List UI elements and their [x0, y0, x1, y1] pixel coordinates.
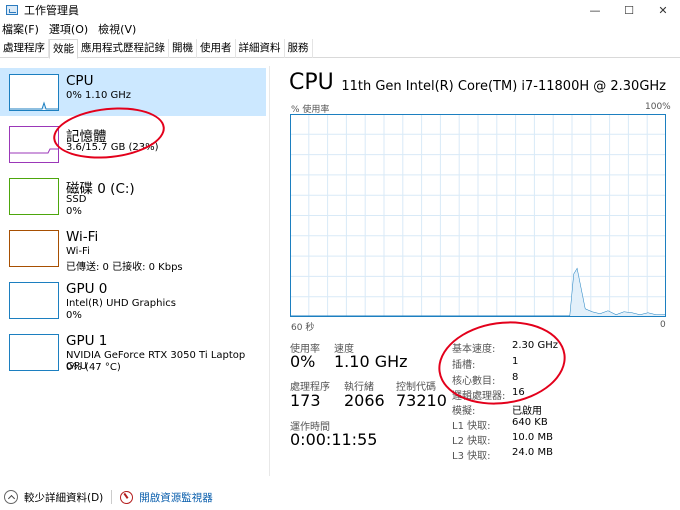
graph-x-right-label: 0 — [660, 320, 666, 330]
spec-label-l2: L2 快取: — [452, 436, 491, 447]
tab-app-history[interactable]: 應用程式歷程記錄 — [78, 39, 169, 58]
resource-sub: 3.6/15.7 GB (23%) — [66, 142, 159, 153]
gpu1-thumbnail — [9, 334, 59, 371]
menu-file[interactable]: 檔案(F) — [2, 21, 39, 37]
menu-view[interactable]: 檢視(V) — [98, 21, 136, 37]
cpu-usage-graph — [290, 114, 666, 317]
resource-item-wifi[interactable]: Wi-Fi Wi-Fi 已傳送: 0 已接收: 0 Kbps — [0, 224, 266, 273]
chevron-up-icon[interactable] — [4, 490, 18, 504]
resource-sub: Intel(R) UHD Graphics — [66, 298, 176, 309]
disk-thumbnail — [9, 178, 59, 215]
handles-value: 73210 — [396, 391, 447, 410]
wifi-thumbnail — [9, 230, 59, 267]
spec-value-sockets: 1 — [512, 356, 519, 367]
graph-y-max: 100% — [645, 102, 671, 112]
processes-value: 173 — [290, 391, 321, 410]
tab-services[interactable]: 服務 — [285, 39, 313, 58]
spec-label-sockets: 插槽: — [452, 360, 476, 371]
spec-label-cores: 核心數目: — [452, 376, 496, 387]
uptime-value: 0:00:11:55 — [290, 430, 378, 449]
spec-value-l1: 640 KB — [512, 417, 548, 428]
spec-value-l3: 24.0 MB — [512, 447, 553, 458]
tab-startup[interactable]: 開機 — [169, 39, 197, 58]
spec-value-base-speed: 2.30 GHz — [512, 340, 558, 351]
resource-name: GPU 0 — [66, 281, 108, 297]
spec-label-l3: L3 快取: — [452, 451, 491, 462]
resource-sub: 0% 1.10 GHz — [66, 90, 132, 101]
task-manager-icon — [6, 5, 18, 15]
graph-x-left-label: 60 秒 — [291, 323, 315, 333]
tab-performance[interactable]: 效能 — [49, 39, 78, 59]
resource-sub: SSD — [66, 194, 87, 205]
resource-monitor-link[interactable]: 開啟資源監視器 — [139, 490, 213, 505]
fewer-details-button[interactable]: 較少詳細資料(D) — [24, 490, 103, 505]
window-controls: — ☐ ✕ — [578, 0, 680, 20]
resource-list: CPU 0% 1.10 GHz 記憶體 3.6/15.7 GB (23%) 磁碟… — [0, 66, 266, 476]
resource-item-gpu1[interactable]: GPU 1 NVIDIA GeForce RTX 3050 Ti Laptop … — [0, 328, 266, 376]
speed-value: 1.10 GHz — [334, 352, 408, 371]
spec-label-base-speed: 基本速度: — [452, 344, 496, 355]
resource-item-cpu[interactable]: CPU 0% 1.10 GHz — [0, 68, 266, 116]
minimize-button[interactable]: — — [578, 0, 612, 20]
detail-title: CPU — [289, 70, 334, 95]
spec-label-virtualization: 模擬: — [452, 406, 476, 417]
spec-value-cores: 8 — [512, 372, 519, 383]
tab-details[interactable]: 詳細資料 — [236, 39, 285, 58]
tab-processes[interactable]: 處理程序 — [0, 39, 49, 58]
resource-item-gpu0[interactable]: GPU 0 Intel(R) UHD Graphics 0% — [0, 276, 266, 324]
menu-options[interactable]: 選項(O) — [49, 21, 88, 37]
resource-item-memory[interactable]: 記憶體 3.6/15.7 GB (23%) — [0, 120, 266, 168]
panel-divider[interactable] — [269, 66, 270, 476]
spec-value-l2: 10.0 MB — [512, 432, 553, 443]
resource-sub: 0% — [66, 206, 82, 217]
resource-name: CPU — [66, 73, 94, 89]
spec-value-logical: 16 — [512, 387, 525, 398]
memory-thumbnail — [9, 126, 59, 163]
tab-bar: 處理程序 效能 應用程式歷程記錄 開機 使用者 詳細資料 服務 — [0, 39, 680, 59]
spec-label-logical: 邏輯處理器: — [452, 391, 506, 402]
resource-monitor-icon[interactable] — [120, 490, 134, 504]
usage-value: 0% — [290, 352, 316, 371]
footer-bar: 較少詳細資料(D) 開啟資源監視器 — [0, 484, 680, 510]
resource-name: GPU 1 — [66, 333, 108, 349]
graph-grid — [290, 114, 666, 317]
cpu-model: 11th Gen Intel(R) Core(TM) i7-11800H @ 2… — [341, 79, 666, 94]
resource-item-disk[interactable]: 磁碟 0 (C:) SSD 0% — [0, 172, 266, 220]
menu-bar: 檔案(F) 選項(O) 檢視(V) — [0, 20, 146, 38]
resource-name: Wi-Fi — [66, 229, 99, 245]
footer-separator — [111, 490, 113, 504]
resource-sub: 已傳送: 0 已接收: 0 Kbps — [66, 262, 183, 273]
resource-sub: 0% — [66, 310, 82, 321]
resource-sub: Wi-Fi — [66, 246, 90, 257]
spec-value-virtualization: 已啟用 — [512, 406, 542, 417]
gpu0-thumbnail — [9, 282, 59, 319]
cpu-thumbnail — [9, 74, 59, 111]
threads-value: 2066 — [344, 391, 385, 410]
spec-label-l1: L1 快取: — [452, 421, 491, 432]
title-bar: 工作管理員 — ☐ ✕ — [0, 0, 680, 20]
maximize-button[interactable]: ☐ — [612, 0, 646, 20]
close-button[interactable]: ✕ — [646, 0, 680, 20]
window-title: 工作管理員 — [24, 4, 79, 17]
tab-users[interactable]: 使用者 — [197, 39, 236, 58]
resource-sub: 0% (47 °C) — [66, 362, 121, 373]
